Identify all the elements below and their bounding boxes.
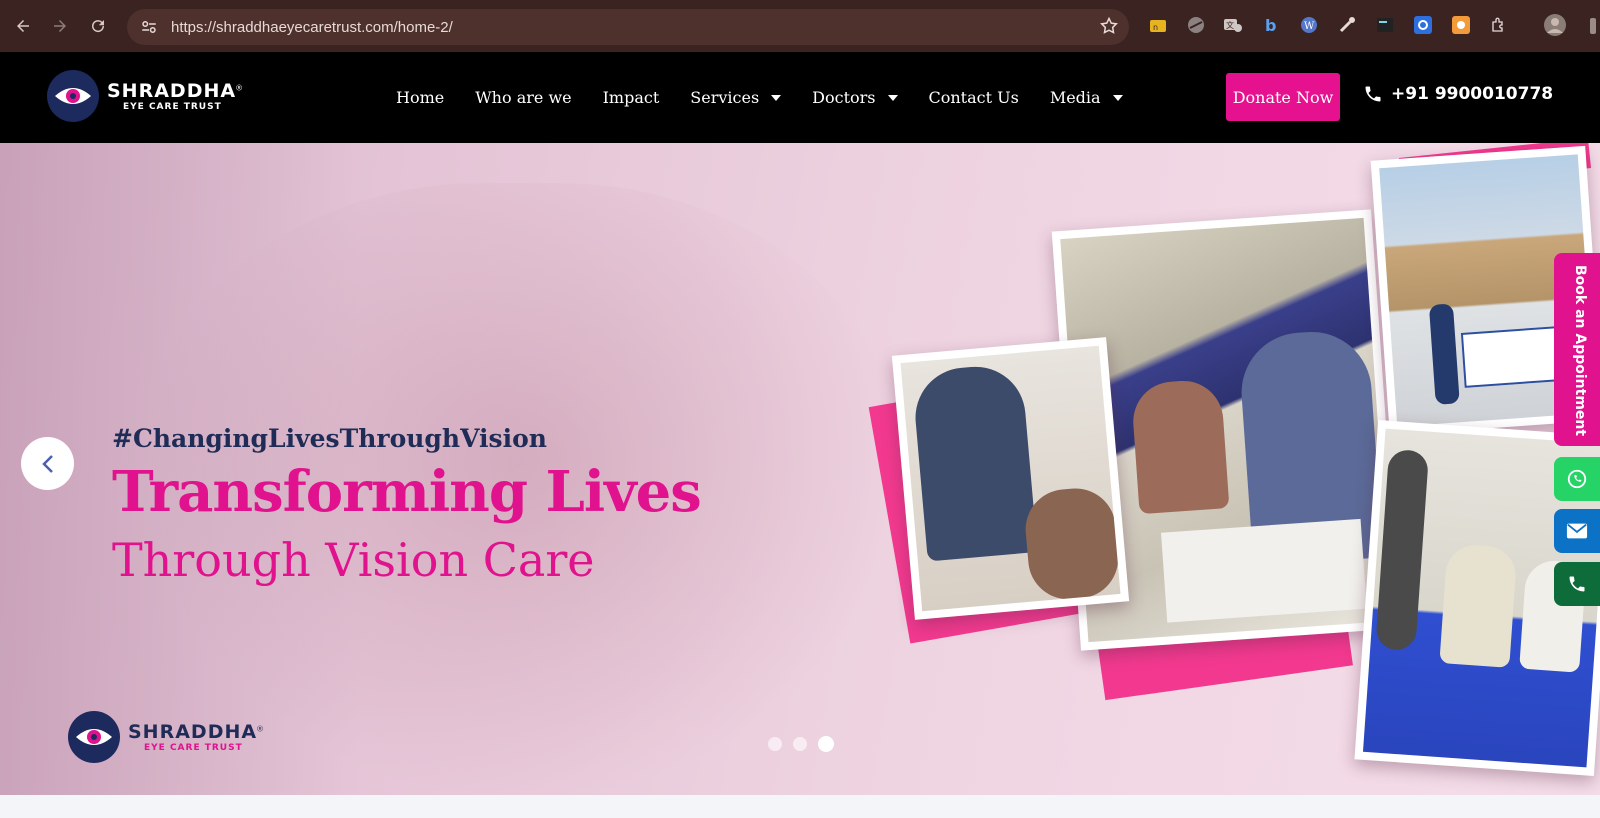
photo-figure [1130, 378, 1230, 515]
site-logo[interactable]: SHRADDHA® EYE CARE TRUST [47, 70, 242, 122]
menu-item-media[interactable]: Media [1050, 88, 1123, 107]
hero-subline: Through Vision Care [112, 533, 595, 587]
svg-text:W: W [1304, 21, 1315, 32]
photo-figure [911, 362, 1038, 562]
photo-figure [1375, 448, 1430, 652]
hero-logo-brand: SHRADDHA [128, 721, 258, 743]
logo-brand: SHRADDHA [107, 80, 237, 102]
ext-orange-icon[interactable] [1450, 14, 1472, 36]
slider-dot[interactable] [768, 737, 782, 751]
puzzle-icon[interactable] [1488, 14, 1510, 36]
phone-icon [1365, 86, 1381, 102]
hero-logo-subtitle: EYE CARE TRUST [144, 743, 243, 753]
logo-subtitle: EYE CARE TRUST [123, 102, 222, 112]
photo-figure [1439, 543, 1518, 668]
ext-folder-icon[interactable]: n [1147, 14, 1169, 36]
menu-item-services[interactable]: Services [690, 88, 782, 107]
whatsapp-icon [1567, 469, 1587, 489]
ext-circle-icon[interactable] [1185, 14, 1207, 36]
ext-dropper-icon[interactable] [1336, 14, 1358, 36]
caret-down-icon [1112, 94, 1123, 101]
menu-label: Doctors [812, 88, 876, 107]
eye-logo-icon [47, 70, 99, 122]
caret-down-icon [771, 94, 782, 101]
book-appointment-label: Book an Appointment [1572, 265, 1588, 437]
hero-logo: SHRADDHA® EYE CARE TRUST [68, 711, 263, 763]
hero-slider: #ChangingLivesThroughVision Transforming… [0, 143, 1600, 795]
menu-item-home[interactable]: Home [396, 88, 444, 107]
slider-prev-button[interactable] [21, 437, 74, 490]
photo-device [1161, 518, 1367, 623]
menu-item-who-are-we[interactable]: Who are we [475, 88, 571, 107]
svg-text:文: 文 [1226, 20, 1234, 30]
call-button[interactable] [1554, 562, 1600, 606]
email-icon [1566, 523, 1588, 539]
menu-item-doctors[interactable]: Doctors [812, 88, 898, 107]
svg-text:b: b [1265, 16, 1276, 34]
photo-figure [1022, 485, 1121, 603]
address-bar[interactable]: https://shraddhaeyecaretrust.com/home-2/ [127, 9, 1129, 45]
slider-pagination [768, 736, 845, 752]
ext-wordpress-icon[interactable]: W [1298, 14, 1320, 36]
menu-label: Who are we [475, 88, 572, 107]
menu-label: Impact [602, 88, 660, 107]
slider-dot[interactable] [793, 737, 807, 751]
hero-headline: Transforming Lives [112, 459, 702, 525]
page-below-fold [0, 795, 1600, 818]
site-header: SHRADDHA® EYE CARE TRUST Home Who are we… [0, 52, 1600, 143]
menu-label: Contact Us [928, 88, 1019, 107]
photo-doctor-examining [891, 337, 1130, 620]
slider-dot-active[interactable] [818, 736, 834, 752]
back-arrow-icon[interactable] [5, 8, 41, 44]
ext-gear-icon[interactable] [1412, 14, 1434, 36]
menu-label: Services [690, 88, 760, 107]
caret-down-icon [887, 94, 898, 101]
ext-b-icon[interactable]: b [1260, 14, 1282, 36]
email-button[interactable] [1554, 509, 1600, 553]
phone-number: +91 9900010778 [1391, 84, 1554, 104]
site-settings-icon[interactable] [137, 18, 161, 36]
menu-item-impact[interactable]: Impact [603, 88, 660, 107]
ext-translate-icon[interactable]: 文 [1222, 14, 1244, 36]
menu-item-contact-us[interactable]: Contact Us [929, 88, 1019, 107]
svg-text:n: n [1153, 23, 1158, 32]
photo-figure [1428, 303, 1460, 405]
book-appointment-button[interactable]: Book an Appointment [1554, 253, 1600, 446]
browser-toolbar: https://shraddhaeyecaretrust.com/home-2/… [0, 0, 1600, 52]
donate-now-button[interactable]: Donate Now [1226, 73, 1340, 121]
chevron-left-icon [41, 454, 53, 473]
hero-logo-reg-mark: ® [257, 724, 263, 734]
reload-icon[interactable] [80, 8, 116, 44]
eye-logo-icon [68, 711, 120, 763]
window-edge [1590, 18, 1596, 34]
hero-tagline: #ChangingLivesThroughVision [112, 424, 547, 453]
whatsapp-button[interactable] [1554, 457, 1600, 501]
main-menu: Home Who are we Impact Services Doctors … [396, 52, 1154, 143]
url-text[interactable]: https://shraddhaeyecaretrust.com/home-2/ [171, 19, 453, 36]
logo-reg-mark: ® [236, 83, 242, 93]
menu-label: Home [396, 88, 445, 107]
ext-terminal-icon[interactable] [1374, 14, 1396, 36]
profile-avatar[interactable] [1543, 13, 1567, 37]
forward-arrow-icon[interactable] [42, 8, 78, 44]
bookmark-star-icon[interactable] [1099, 16, 1119, 41]
phone-icon [1569, 576, 1585, 592]
header-phone-link[interactable]: +91 9900010778 [1363, 84, 1553, 104]
menu-label: Media [1049, 88, 1101, 107]
